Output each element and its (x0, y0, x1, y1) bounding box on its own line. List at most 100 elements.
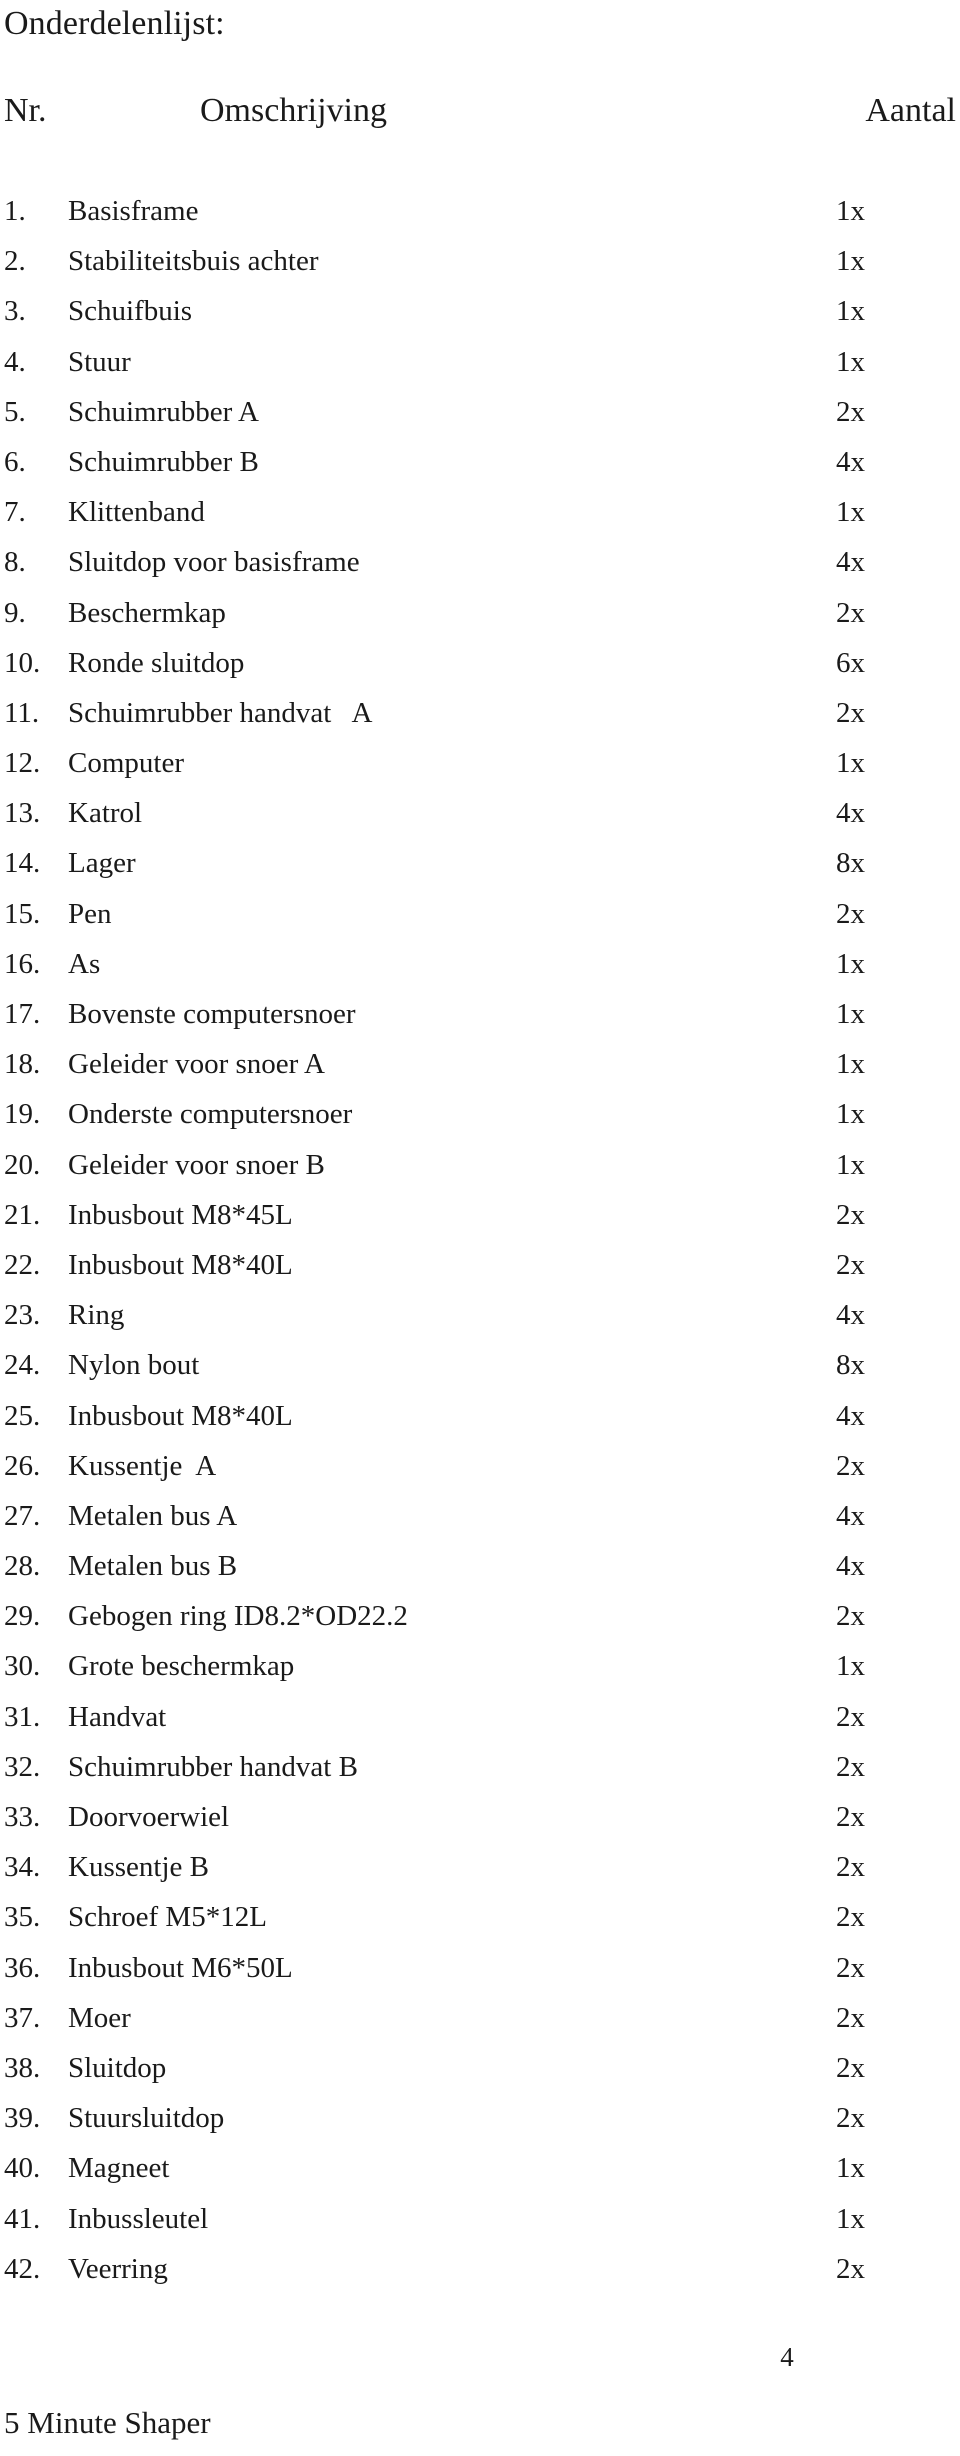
cell-item-quantity: 2x (836, 1951, 865, 1984)
cell-item-description: Stuursluitdop (68, 2102, 225, 2135)
table-row: 5. Schuimrubber A 2x (0, 387, 960, 437)
table-row: 24. Nylon bout 8x (0, 1340, 960, 1390)
cell-item-quantity: 1x (836, 2202, 865, 2235)
cell-item-number: 42. (4, 2252, 41, 2285)
cell-item-number: 6. (4, 445, 26, 478)
cell-item-number: 32. (4, 1750, 41, 1783)
cell-item-quantity: 2x (836, 1901, 865, 1934)
cell-item-quantity: 1x (836, 998, 865, 1030)
cell-item-number: 4. (4, 345, 26, 378)
cell-item-number: 17. (4, 998, 41, 1030)
cell-item-description: Schuifbuis (68, 295, 193, 328)
cell-item-number: 41. (4, 2202, 41, 2235)
cell-item-quantity: 2x (836, 1750, 865, 1783)
page-number: 4 (780, 2342, 794, 2372)
cell-item-quantity: 1x (836, 1650, 865, 1683)
footer-brand: 5 Minute Shaper (4, 2405, 211, 2440)
cell-item-number: 22. (4, 1248, 41, 1281)
table-row: 19. Onderste computersnoer 1x (0, 1089, 960, 1139)
cell-item-quantity: 2x (836, 1449, 865, 1482)
cell-item-description: Inbusbout M8*40L (68, 1248, 293, 1281)
cell-item-description: Ronde sluitdop (68, 646, 245, 679)
cell-item-quantity: 2x (836, 897, 865, 930)
cell-item-quantity: 1x (836, 2152, 865, 2185)
table-header-row: Nr. Omschrijving Aantal (0, 88, 960, 140)
table-row: 10. Ronde sluitdop 6x (0, 638, 960, 688)
cell-item-description: Handvat (68, 1700, 167, 1733)
cell-item-description: Bovenste computersnoer (68, 998, 356, 1030)
cell-item-description: Kussentje A (68, 1449, 217, 1482)
parts-list-page: Onderdelenlijst: Nr. Omschrijving Aantal… (0, 0, 960, 2456)
cell-item-quantity: 4x (836, 1299, 865, 1332)
cell-item-quantity: 8x (836, 847, 865, 880)
cell-item-number: 8. (4, 546, 26, 579)
cell-item-description: Nylon bout (68, 1349, 200, 1382)
cell-item-description: Magneet (68, 2152, 170, 2185)
cell-item-description: Moer (68, 2001, 131, 2034)
cell-item-number: 31. (4, 1700, 41, 1733)
cell-item-description: Sluitdop voor basisframe (68, 546, 360, 579)
table-row: 8. Sluitdop voor basisframe 4x (0, 537, 960, 587)
cell-item-quantity: 2x (836, 2001, 865, 2034)
cell-item-description: Computer (68, 747, 184, 780)
cell-item-number: 18. (4, 1048, 41, 1081)
cell-item-number: 16. (4, 947, 41, 980)
cell-item-description: Klittenband (68, 496, 205, 529)
table-row: 36. Inbusbout M6*50L 2x (0, 1943, 960, 1993)
table-row: 37. Moer 2x (0, 1993, 960, 2043)
cell-item-quantity: 2x (836, 2051, 865, 2084)
table-row: 4. Stuur 1x (0, 337, 960, 387)
cell-item-description: Metalen bus B (68, 1550, 238, 1583)
cell-item-description: Schuimrubber handvat A (68, 696, 373, 729)
cell-item-number: 10. (4, 646, 41, 679)
cell-item-quantity: 2x (836, 395, 865, 428)
cell-item-number: 40. (4, 2152, 41, 2185)
cell-item-quantity: 1x (836, 1148, 865, 1181)
cell-item-number: 34. (4, 1851, 41, 1884)
table-row: 26. Kussentje A 2x (0, 1441, 960, 1491)
cell-item-quantity: 1x (836, 195, 865, 227)
cell-item-number: 26. (4, 1449, 41, 1482)
table-row: 31. Handvat 2x (0, 1692, 960, 1742)
cell-item-quantity: 1x (836, 947, 865, 980)
cell-item-description: Schuimrubber A (68, 395, 259, 428)
table-row: 13. Katrol 4x (0, 788, 960, 838)
cell-item-description: Inbusbout M6*50L (68, 1951, 293, 1984)
cell-item-number: 19. (4, 1098, 41, 1131)
cell-item-quantity: 1x (836, 345, 865, 378)
table-row: 21. Inbusbout M8*45L 2x (0, 1190, 960, 1240)
cell-item-number: 7. (4, 496, 26, 529)
cell-item-description: Geleider voor snoer B (68, 1148, 325, 1181)
cell-item-description: Beschermkap (68, 596, 226, 629)
table-row: 29. Gebogen ring ID8.2*OD22.2 2x (0, 1591, 960, 1641)
cell-item-number: 28. (4, 1550, 41, 1583)
cell-item-quantity: 4x (836, 1499, 865, 1532)
table-row: 41. Inbussleutel 1x (0, 2194, 960, 2244)
table-row: 20. Geleider voor snoer B 1x (0, 1140, 960, 1190)
cell-item-number: 1. (4, 195, 26, 227)
table-row: 27. Metalen bus A 4x (0, 1491, 960, 1541)
cell-item-description: Katrol (68, 797, 143, 830)
cell-item-number: 13. (4, 797, 41, 830)
cell-item-quantity: 1x (836, 496, 865, 529)
table-row: 28. Metalen bus B 4x (0, 1541, 960, 1591)
cell-item-description: Schroef M5*12L (68, 1901, 267, 1934)
cell-item-number: 23. (4, 1299, 41, 1332)
table-row: 39. Stuursluitdop 2x (0, 2093, 960, 2143)
page-title: Onderdelenlijst: (4, 5, 225, 42)
table-row: 15. Pen 2x (0, 889, 960, 939)
cell-item-quantity: 4x (836, 797, 865, 830)
cell-item-description: Pen (68, 897, 112, 930)
cell-item-quantity: 8x (836, 1349, 865, 1382)
cell-item-number: 2. (4, 245, 26, 278)
cell-item-description: Geleider voor snoer A (68, 1048, 325, 1081)
table-row: 42. Veerring 2x (0, 2244, 960, 2294)
table-row: 2. Stabiliteitsbuis achter 1x (0, 236, 960, 286)
cell-item-quantity: 1x (836, 295, 865, 328)
cell-item-description: Metalen bus A (68, 1499, 238, 1532)
cell-item-number: 39. (4, 2102, 41, 2135)
cell-item-number: 29. (4, 1600, 41, 1633)
cell-item-quantity: 2x (836, 696, 865, 729)
cell-item-number: 20. (4, 1148, 41, 1181)
cell-item-quantity: 6x (836, 646, 865, 679)
